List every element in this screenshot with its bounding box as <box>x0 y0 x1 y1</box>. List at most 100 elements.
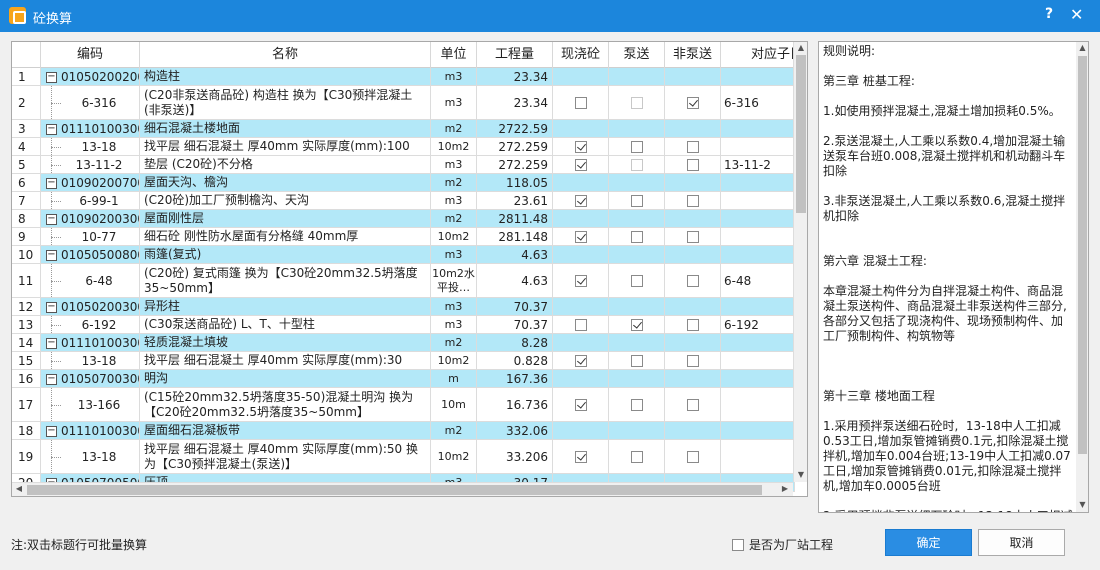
cast-checkbox[interactable] <box>574 450 587 463</box>
nonpump-checkbox-cell[interactable] <box>665 264 721 297</box>
ok-button[interactable]: 确定 <box>885 529 972 556</box>
table-row[interactable]: 17 13-166 (C15砼20mm32.5坍落度35-50)混凝土明沟 换为【C… <box>12 388 795 422</box>
table-row[interactable]: 5 13-11-2 垫层 (C20砼)不分格 m3 272.259 13-11-2 <box>12 156 795 174</box>
rules-scroll-up-icon[interactable]: ▲ <box>1076 43 1088 52</box>
cast-checkbox[interactable] <box>574 140 587 153</box>
table-row[interactable]: 11 6-48 (C20砼) 复式雨篷 换为【C30砼20mm32.5坍落度35~5… <box>12 264 795 298</box>
pump-checkbox[interactable] <box>630 398 643 411</box>
pump-checkbox-cell[interactable] <box>609 440 665 473</box>
collapse-icon[interactable]: − <box>46 71 57 83</box>
row-code-cell[interactable]: −010505008001 <box>41 246 140 263</box>
cast-checkbox-cell[interactable] <box>553 86 609 119</box>
close-icon[interactable]: ✕ <box>1070 5 1083 24</box>
row-code-cell[interactable]: −010902007001 <box>41 174 140 191</box>
row-code-cell[interactable]: 13-11-2 <box>41 156 140 173</box>
header-pump[interactable]: 泵送 <box>609 42 665 68</box>
row-code-cell[interactable]: 6-99-1 <box>41 192 140 209</box>
row-code-cell[interactable]: −010507003001 <box>41 370 140 387</box>
row-code-cell[interactable]: −010502002001 <box>41 68 140 85</box>
nonpump-checkbox[interactable] <box>686 194 699 207</box>
nonpump-checkbox-cell[interactable] <box>665 86 721 119</box>
pump-checkbox[interactable] <box>630 140 643 153</box>
nonpump-checkbox[interactable] <box>686 354 699 367</box>
table-row-group[interactable]: 16−010507003001明沟m167.36 <box>12 370 795 388</box>
cast-checkbox-cell[interactable] <box>553 440 609 473</box>
nonpump-checkbox-cell[interactable] <box>665 228 721 245</box>
cancel-button[interactable]: 取消 <box>978 529 1065 556</box>
row-code-cell[interactable]: 6-48 <box>41 264 140 297</box>
cast-checkbox-cell[interactable] <box>553 156 609 173</box>
cast-checkbox[interactable] <box>574 230 587 243</box>
rules-scrollbar[interactable]: ▲ ▼ <box>1076 42 1088 512</box>
pump-checkbox-cell[interactable] <box>609 228 665 245</box>
help-button[interactable]: ? <box>1045 6 1053 22</box>
table-row-group[interactable]: 1−010502002001构造柱m323.34 <box>12 68 795 86</box>
row-code-cell[interactable]: 10-77 <box>41 228 140 245</box>
collapse-icon[interactable]: − <box>46 425 57 437</box>
table-row-group[interactable]: 8−010902003001屋面刚性层m22811.48 <box>12 210 795 228</box>
table-row[interactable]: 19 13-18 找平层 细石混凝土 厚40mm 实际厚度(mm):50 换为【C3… <box>12 440 795 474</box>
collapse-icon[interactable]: − <box>46 373 57 385</box>
row-code-cell[interactable]: 13-18 <box>41 138 140 155</box>
cast-checkbox-cell[interactable] <box>553 264 609 297</box>
cast-checkbox[interactable] <box>574 318 587 331</box>
pump-checkbox[interactable] <box>630 354 643 367</box>
scroll-thumb[interactable] <box>796 55 806 213</box>
row-code-cell[interactable]: 13-166 <box>41 388 140 421</box>
row-code-cell[interactable]: −011101003001 <box>41 422 140 439</box>
table-row-group[interactable]: 10−010505008001雨篷(复式)m34.63 <box>12 246 795 264</box>
cast-checkbox[interactable] <box>574 354 587 367</box>
row-code-cell[interactable]: −010502003001 <box>41 298 140 315</box>
hscroll-thumb[interactable] <box>27 485 762 495</box>
pump-checkbox[interactable] <box>630 230 643 243</box>
table-row-group[interactable]: 3−011101003002细石混凝土楼地面m22722.59 <box>12 120 795 138</box>
pump-checkbox[interactable] <box>630 158 643 171</box>
nonpump-checkbox[interactable] <box>686 96 699 109</box>
nonpump-checkbox-cell[interactable] <box>665 192 721 209</box>
cast-checkbox[interactable] <box>574 158 587 171</box>
header-qty[interactable]: 工程量 <box>477 42 553 68</box>
scroll-down-icon[interactable]: ▼ <box>794 470 808 479</box>
row-code-cell[interactable]: 13-18 <box>41 440 140 473</box>
cast-checkbox[interactable] <box>574 96 587 109</box>
header-code[interactable]: 编码 <box>41 42 140 68</box>
table-row-group[interactable]: 18−011101003001屋面细石混凝板带m2332.06 <box>12 422 795 440</box>
pump-checkbox[interactable] <box>630 318 643 331</box>
grid-horizontal-scrollbar[interactable]: ◀ ▶ <box>12 482 793 496</box>
nonpump-checkbox[interactable] <box>686 318 699 331</box>
collapse-icon[interactable]: − <box>46 123 57 135</box>
pump-checkbox-cell[interactable] <box>609 316 665 333</box>
pump-checkbox[interactable] <box>630 96 643 109</box>
nonpump-checkbox-cell[interactable] <box>665 138 721 155</box>
table-row[interactable]: 2 6-316 (C20非泵送商品砼) 构造柱 换为【C30预拌混凝土(非泵送)】 m… <box>12 86 795 120</box>
cast-checkbox[interactable] <box>574 194 587 207</box>
collapse-icon[interactable]: − <box>46 177 57 189</box>
scroll-right-icon[interactable]: ▶ <box>778 484 792 493</box>
scroll-left-icon[interactable]: ◀ <box>12 484 26 493</box>
table-row-group[interactable]: 12−010502003001异形柱m370.37 <box>12 298 795 316</box>
row-code-cell[interactable]: −011101003002 <box>41 120 140 137</box>
nonpump-checkbox-cell[interactable] <box>665 156 721 173</box>
factory-checkbox-box[interactable] <box>732 538 744 551</box>
pump-checkbox-cell[interactable] <box>609 86 665 119</box>
header-nonpump[interactable]: 非泵送 <box>665 42 721 68</box>
cast-checkbox[interactable] <box>574 398 587 411</box>
table-row[interactable]: 4 13-18 找平层 细石混凝土 厚40mm 实际厚度(mm):100 10m2 27… <box>12 138 795 156</box>
pump-checkbox-cell[interactable] <box>609 156 665 173</box>
table-row[interactable]: 15 13-18 找平层 细石混凝土 厚40mm 实际厚度(mm):30 10m2 0.… <box>12 352 795 370</box>
collapse-icon[interactable]: − <box>46 213 57 225</box>
pump-checkbox-cell[interactable] <box>609 352 665 369</box>
nonpump-checkbox-cell[interactable] <box>665 388 721 421</box>
table-row-group[interactable]: 14−011101003003轻质混凝土填坡m28.28 <box>12 334 795 352</box>
rules-scroll-thumb[interactable] <box>1078 56 1087 454</box>
row-code-cell[interactable]: −011101003003 <box>41 334 140 351</box>
scroll-up-icon[interactable]: ▲ <box>794 43 808 52</box>
rules-scroll-down-icon[interactable]: ▼ <box>1076 500 1088 509</box>
cast-checkbox[interactable] <box>574 274 587 287</box>
collapse-icon[interactable]: − <box>46 337 57 349</box>
row-code-cell[interactable]: 6-192 <box>41 316 140 333</box>
pump-checkbox-cell[interactable] <box>609 192 665 209</box>
pump-checkbox-cell[interactable] <box>609 138 665 155</box>
nonpump-checkbox[interactable] <box>686 230 699 243</box>
cast-checkbox-cell[interactable] <box>553 388 609 421</box>
